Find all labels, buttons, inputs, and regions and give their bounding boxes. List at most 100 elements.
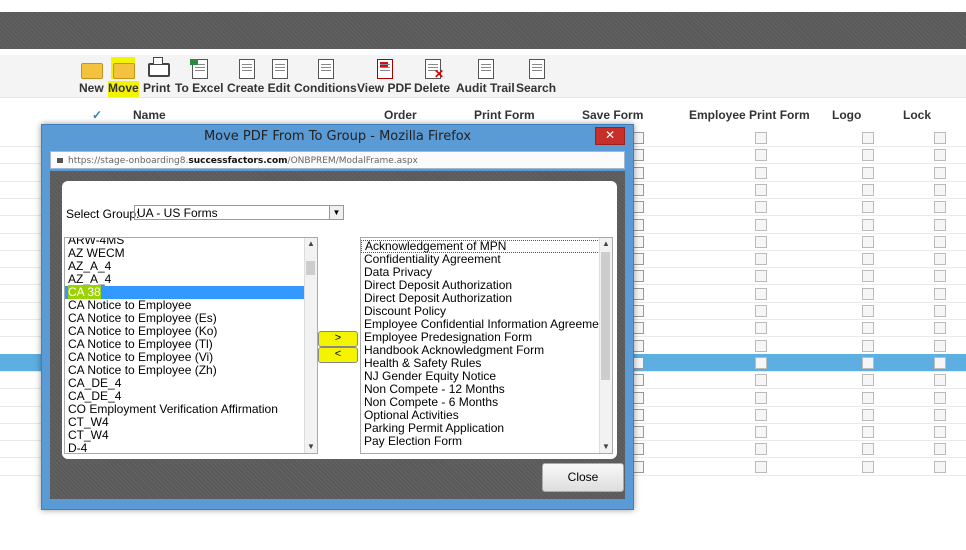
logo-checkbox[interactable] <box>862 426 874 439</box>
name-column-header[interactable]: Name <box>133 108 166 122</box>
lock-checkbox[interactable] <box>934 201 946 214</box>
lock-checkbox[interactable] <box>934 132 946 144</box>
employee-print-form-checkbox[interactable] <box>755 132 767 144</box>
left-list-scrollbar[interactable]: ▲ ▼ <box>304 238 317 453</box>
employee-print-form-checkbox[interactable] <box>755 374 767 387</box>
logo-checkbox[interactable] <box>862 235 874 248</box>
logo-checkbox[interactable] <box>862 408 874 421</box>
logo-checkbox[interactable] <box>862 391 874 404</box>
create-button[interactable]: Create <box>227 55 264 97</box>
logo-checkbox[interactable] <box>862 339 874 352</box>
lock-checkbox[interactable] <box>934 287 946 300</box>
employee-print-form-checkbox[interactable] <box>755 287 767 300</box>
move-left-button[interactable]: < <box>318 347 358 363</box>
logo-checkbox[interactable] <box>862 270 874 283</box>
audit-trail-button[interactable]: Audit Trail <box>456 55 515 97</box>
list-item[interactable]: D-4 <box>65 442 305 454</box>
dialog-close-icon[interactable]: ✕ <box>595 127 625 145</box>
print-form-column-header[interactable]: Print Form <box>474 108 535 122</box>
employee-print-form-checkbox[interactable] <box>755 235 767 248</box>
lock-checkbox[interactable] <box>934 339 946 352</box>
lock-checkbox[interactable] <box>934 460 946 473</box>
scroll-up-icon[interactable]: ▲ <box>305 238 317 250</box>
employee-print-form-checkbox[interactable] <box>755 339 767 352</box>
employee-print-form-checkbox[interactable] <box>755 218 767 231</box>
move-button[interactable]: Move <box>108 55 139 97</box>
lock-checkbox[interactable] <box>934 322 946 335</box>
to-excel-button[interactable]: To Excel <box>175 55 223 97</box>
lock-checkbox[interactable] <box>934 183 946 196</box>
employee-print-form-checkbox[interactable] <box>755 201 767 214</box>
logo-checkbox[interactable] <box>862 183 874 196</box>
edit-button[interactable]: Edit <box>267 55 291 97</box>
scrollbar-thumb[interactable] <box>306 261 315 275</box>
employee-print-form-checkbox[interactable] <box>755 460 767 473</box>
check-column-header[interactable]: ✓ <box>92 108 102 122</box>
order-column-header[interactable]: Order <box>384 108 417 122</box>
conditions-button[interactable]: Conditions <box>294 55 357 97</box>
lock-checkbox[interactable] <box>934 235 946 248</box>
employee-print-form-checkbox[interactable] <box>755 426 767 439</box>
lock-checkbox[interactable] <box>934 408 946 421</box>
list-item[interactable]: AZ_A_4 <box>65 273 305 286</box>
list-item-label: CT_W4 <box>68 415 109 429</box>
list-item[interactable]: Pay Election Form <box>361 435 600 448</box>
right-list-scrollbar[interactable]: ▲ ▼ <box>599 238 612 453</box>
lock-checkbox[interactable] <box>934 443 946 456</box>
lock-checkbox[interactable] <box>934 149 946 162</box>
lock-column-header[interactable]: Lock <box>903 108 931 122</box>
lock-checkbox[interactable] <box>934 305 946 317</box>
logo-checkbox[interactable] <box>862 132 874 144</box>
lock-checkbox[interactable] <box>934 218 946 231</box>
scroll-down-icon[interactable]: ▼ <box>305 441 317 453</box>
chevron-down-icon[interactable]: ▼ <box>329 206 343 219</box>
search-button[interactable]: Search <box>516 55 556 97</box>
employee-print-form-checkbox[interactable] <box>755 149 767 162</box>
lock-checkbox[interactable] <box>934 166 946 179</box>
lock-checkbox[interactable] <box>934 270 946 283</box>
logo-checkbox[interactable] <box>862 322 874 335</box>
save-form-column-header[interactable]: Save Form <box>582 108 643 122</box>
employee-print-form-checkbox[interactable] <box>755 166 767 179</box>
list-item[interactable]: CT_W4 <box>65 429 305 442</box>
employee-print-form-checkbox[interactable] <box>755 322 767 335</box>
scroll-down-icon[interactable]: ▼ <box>600 441 612 453</box>
view-pdf-button[interactable]: View PDF <box>357 55 411 97</box>
right-pdf-list[interactable]: Acknowledgement of MPN Confidentiality Ag… <box>360 237 613 454</box>
employee-print-form-checkbox[interactable] <box>755 356 767 369</box>
employee-print-form-checkbox[interactable] <box>755 183 767 196</box>
logo-column-header[interactable]: Logo <box>832 108 861 122</box>
new-button[interactable]: New <box>79 55 104 97</box>
employee-print-form-checkbox[interactable] <box>755 305 767 317</box>
logo-checkbox[interactable] <box>862 443 874 456</box>
delete-button[interactable]: ✕ Delete <box>414 55 450 97</box>
employee-print-form-checkbox[interactable] <box>755 253 767 266</box>
scrollbar-thumb[interactable] <box>601 252 610 380</box>
logo-checkbox[interactable] <box>862 166 874 179</box>
employee-print-form-checkbox[interactable] <box>755 270 767 283</box>
lock-checkbox[interactable] <box>934 391 946 404</box>
close-button[interactable]: Close <box>542 463 624 492</box>
logo-checkbox[interactable] <box>862 356 874 369</box>
logo-checkbox[interactable] <box>862 460 874 473</box>
employee-print-form-checkbox[interactable] <box>755 443 767 456</box>
logo-checkbox[interactable] <box>862 305 874 317</box>
employee-print-form-checkbox[interactable] <box>755 408 767 421</box>
logo-checkbox[interactable] <box>862 149 874 162</box>
logo-checkbox[interactable] <box>862 253 874 266</box>
scroll-up-icon[interactable]: ▲ <box>600 238 612 250</box>
print-button[interactable]: Print <box>143 55 170 97</box>
lock-checkbox[interactable] <box>934 253 946 266</box>
employee-print-form-column-header[interactable]: Employee Print Form <box>689 108 810 122</box>
lock-checkbox[interactable] <box>934 426 946 439</box>
select-group-dropdown[interactable]: UA - US Forms ▼ <box>134 205 344 220</box>
lock-checkbox[interactable] <box>934 374 946 387</box>
logo-checkbox[interactable] <box>862 374 874 387</box>
logo-checkbox[interactable] <box>862 218 874 231</box>
logo-checkbox[interactable] <box>862 201 874 214</box>
left-pdf-list[interactable]: ARW-4MS AZ WECM AZ_A_4 AZ_A_4 CA 38 CA Notice… <box>64 237 318 454</box>
lock-checkbox[interactable] <box>934 356 946 369</box>
move-right-button[interactable]: > <box>318 331 358 347</box>
logo-checkbox[interactable] <box>862 287 874 300</box>
employee-print-form-checkbox[interactable] <box>755 391 767 404</box>
